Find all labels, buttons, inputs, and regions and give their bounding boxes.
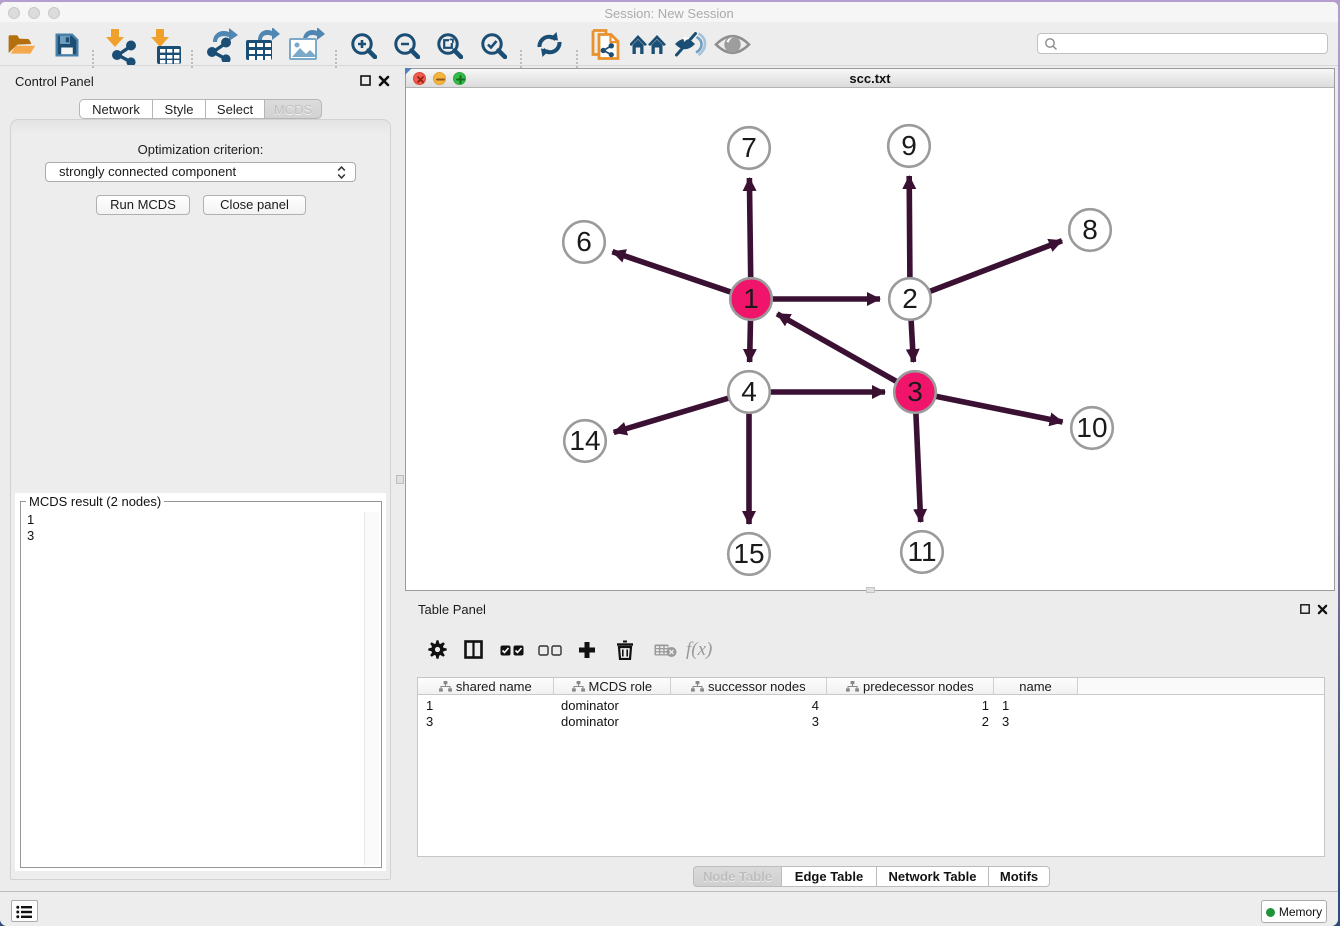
svg-text:2: 2 — [902, 283, 918, 314]
svg-text:10: 10 — [1076, 412, 1107, 443]
svg-text:3: 3 — [907, 376, 923, 407]
svg-text:14: 14 — [569, 425, 600, 456]
svg-text:8: 8 — [1082, 214, 1098, 245]
svg-text:15: 15 — [733, 538, 764, 569]
svg-text:4: 4 — [741, 376, 757, 407]
svg-text:7: 7 — [741, 132, 757, 163]
svg-text:9: 9 — [901, 130, 917, 161]
svg-text:1: 1 — [743, 283, 759, 314]
svg-text:6: 6 — [576, 226, 592, 257]
svg-text:11: 11 — [907, 536, 936, 567]
